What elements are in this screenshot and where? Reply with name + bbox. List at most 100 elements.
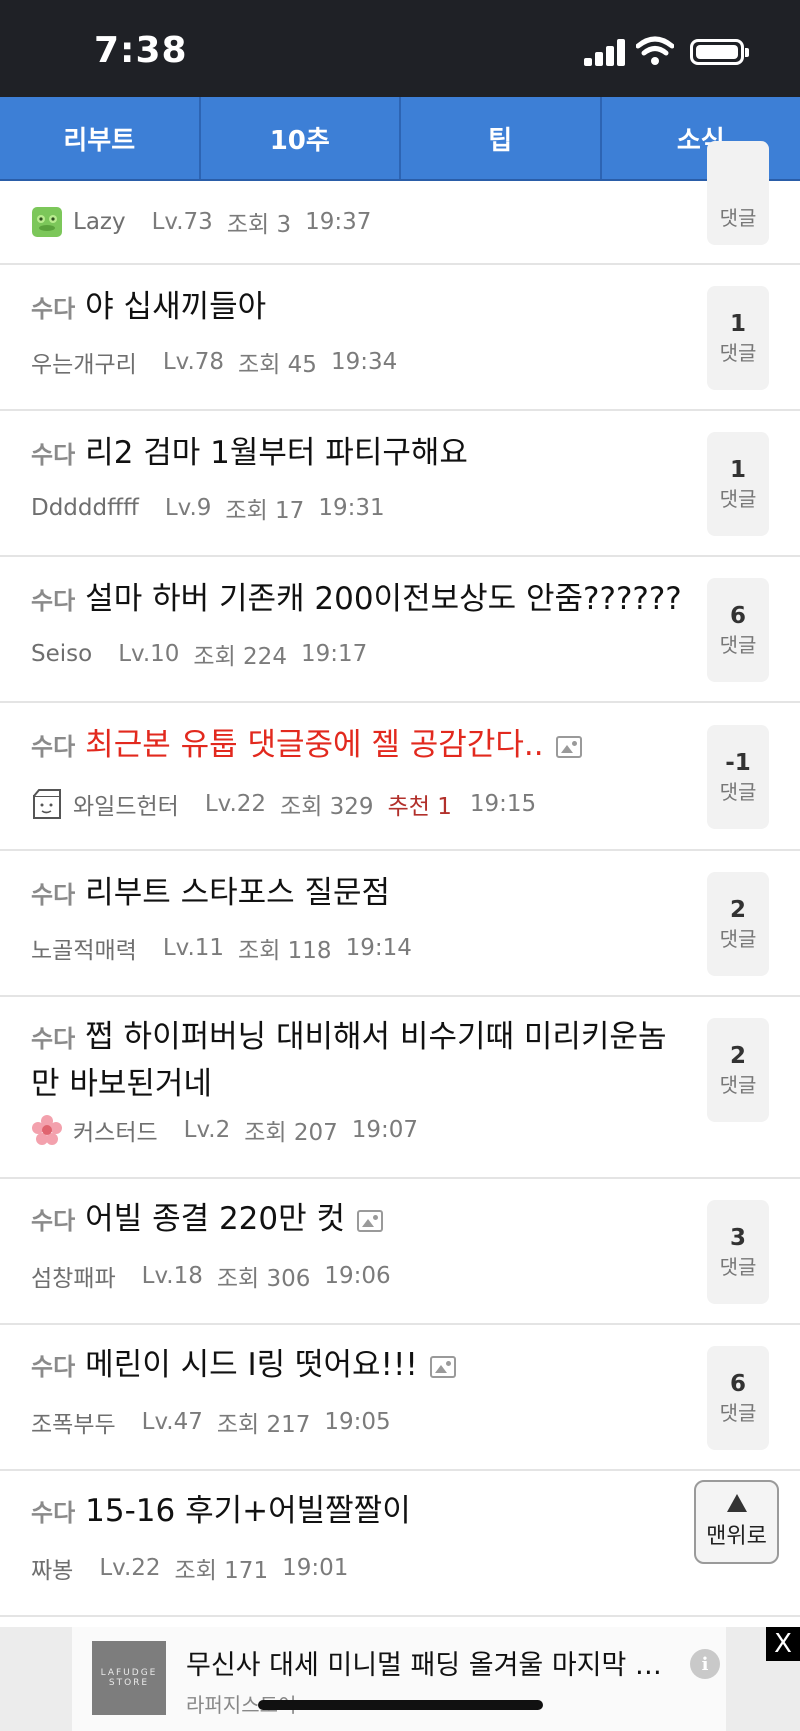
- comment-count-box[interactable]: 6 댓글: [707, 1346, 769, 1450]
- post-title[interactable]: 수다 메린이 시드 I링 떳어요!!!: [31, 1343, 691, 1390]
- list-item[interactable]: 수다 15-16 후기+어빌짤짤이 짜봉 Lv.22 조회 171 19:01: [0, 1471, 800, 1617]
- post-views: 조회 3: [226, 212, 292, 238]
- post-author[interactable]: 와일드헌터: [73, 787, 179, 821]
- scroll-to-top-button[interactable]: 맨위로: [694, 1480, 779, 1564]
- image-icon: [555, 735, 582, 758]
- post-views: 조회 118: [238, 938, 332, 964]
- battery-icon: [690, 39, 749, 65]
- post-author[interactable]: 노골적매력: [31, 931, 137, 965]
- comment-label: 댓글: [719, 487, 757, 511]
- post-author[interactable]: Dddddffff: [31, 495, 139, 521]
- post-category: 수다: [31, 1353, 76, 1381]
- post-views: 조회 224: [193, 644, 287, 670]
- info-icon[interactable]: i: [690, 1649, 720, 1679]
- list-item[interactable]: 수다 어빌 종결 220만 컷 섬창패파 Lv.18 조회 306 19:06 3…: [0, 1179, 800, 1325]
- comment-label: 댓글: [719, 341, 757, 365]
- post-category: 수다: [31, 295, 76, 323]
- post-title-text: 설마 하버 기존캐 200이전보상도 안줌??????: [85, 581, 682, 617]
- tab-tips[interactable]: 팁: [401, 97, 602, 179]
- comment-count-box[interactable]: 6 댓글: [707, 578, 769, 682]
- post-author[interactable]: 커스터드: [73, 1113, 158, 1147]
- comment-count-box[interactable]: 댓글: [707, 141, 769, 245]
- list-item[interactable]: 수다 설마 하버 기존캐 200이전보상도 안줌?????? Seiso Lv.1…: [0, 557, 800, 703]
- post-meta: 노골적매력 Lv.11 조회 118 19:14: [31, 931, 412, 965]
- post-meta: 섬창패파 Lv.18 조회 306 19:06: [31, 1259, 391, 1293]
- list-item[interactable]: Lazy Lv.73 조회 3 19:37 댓글: [0, 141, 800, 265]
- post-views: 조회 329: [280, 794, 374, 820]
- home-indicator: [258, 1700, 543, 1710]
- post-author[interactable]: 섬창패파: [31, 1259, 116, 1293]
- post-views: 조회 45: [238, 352, 317, 378]
- post-title-text: 리2 검마 1월부터 파티구해요: [85, 435, 468, 471]
- post-meta: Seiso Lv.10 조회 224 19:17: [31, 637, 367, 671]
- list-item[interactable]: 수다 쩝 하이퍼버닝 대비해서 비수기때 미리키운놈만 바보된거네 커스터드 Lv…: [0, 997, 800, 1179]
- post-title[interactable]: 수다 야 십새끼들아: [31, 285, 691, 332]
- list-item[interactable]: 수다 리2 검마 1월부터 파티구해요 Dddddffff Lv.9 조회 17 …: [0, 411, 800, 557]
- post-views: 조회 207: [244, 1120, 338, 1146]
- flower-avatar-icon: [32, 1115, 62, 1145]
- signal-icon: [584, 38, 626, 66]
- post-time: 19:05: [324, 1409, 391, 1435]
- comment-count-box[interactable]: 3 댓글: [707, 1200, 769, 1304]
- comment-count-box[interactable]: 2 댓글: [707, 1018, 769, 1122]
- comment-count-box[interactable]: 2 댓글: [707, 872, 769, 976]
- comment-label: 댓글: [719, 633, 757, 657]
- comment-label: 댓글: [719, 1073, 757, 1097]
- list-item[interactable]: 수다 리부트 스타포스 질문점 노골적매력 Lv.11 조회 118 19:14 …: [0, 851, 800, 997]
- wifi-icon: [636, 36, 674, 65]
- comment-count: 6: [729, 603, 746, 629]
- post-time: 19:17: [300, 641, 368, 667]
- post-category: 수다: [31, 1025, 76, 1053]
- post-level: Lv.22: [204, 791, 267, 817]
- post-title-text: 리부트 스타포스 질문점: [85, 875, 391, 911]
- comment-count-box[interactable]: 1 댓글: [707, 286, 769, 390]
- comment-label: 댓글: [719, 927, 757, 951]
- comment-label: 댓글: [719, 206, 757, 230]
- post-author[interactable]: Lazy: [73, 209, 126, 235]
- comment-count: 6: [729, 1371, 746, 1397]
- close-icon[interactable]: X: [766, 1627, 800, 1661]
- post-title[interactable]: 수다 어빌 종결 220만 컷: [31, 1197, 691, 1244]
- comment-count: 2: [729, 897, 746, 923]
- post-author[interactable]: 우는개구리: [31, 345, 137, 379]
- comment-count: -1: [725, 750, 751, 776]
- post-author[interactable]: 조폭부두: [31, 1405, 116, 1439]
- ad-title[interactable]: 무신사 대세 미니멀 패딩 올겨울 마지막 …: [186, 1643, 666, 1682]
- comment-count: 3: [729, 1225, 746, 1251]
- comment-count-box[interactable]: 1 댓글: [707, 432, 769, 536]
- frog-avatar-icon: [32, 207, 62, 237]
- arrow-up-icon: [726, 1494, 747, 1512]
- post-title[interactable]: 수다 최근본 유툽 댓글중에 젤 공감간다..: [31, 723, 691, 770]
- post-level: Lv.9: [164, 495, 212, 521]
- post-title[interactable]: 수다 15-16 후기+어빌짤짤이: [31, 1489, 691, 1536]
- list-item[interactable]: 수다 메린이 시드 I링 떳어요!!! 조폭부두 Lv.47 조회 217 19:…: [0, 1325, 800, 1471]
- post-level: Lv.10: [118, 641, 180, 667]
- comment-count: 1: [729, 457, 746, 483]
- tab-reboot[interactable]: 리부트: [0, 97, 201, 179]
- post-time: 19:34: [330, 349, 398, 375]
- post-meta: 커스터드 Lv.2 조회 207 19:07: [31, 1113, 418, 1147]
- post-views: 조회 17: [225, 498, 305, 524]
- post-meta: 우는개구리 Lv.78 조회 45 19:34: [31, 345, 397, 379]
- post-level: Lv.11: [162, 935, 225, 961]
- post-views: 조회 306: [216, 1266, 311, 1292]
- tab-10-recommend[interactable]: 10추: [201, 97, 401, 179]
- list-item[interactable]: 수다 야 십새끼들아 우는개구리 Lv.78 조회 45 19:34 1 댓글: [0, 265, 800, 411]
- post-author[interactable]: 짜봉: [31, 1551, 73, 1585]
- post-level: Lv.73: [151, 209, 213, 235]
- list-item[interactable]: 수다 최근본 유툽 댓글중에 젤 공감간다.. 와일드헌터 Lv.22 조회 32…: [0, 703, 800, 851]
- comment-count-box[interactable]: -1 댓글: [707, 725, 769, 829]
- post-title[interactable]: 수다 리부트 스타포스 질문점: [31, 871, 691, 918]
- post-category: 수다: [31, 881, 76, 909]
- post-title[interactable]: 수다 설마 하버 기존캐 200이전보상도 안줌??????: [31, 577, 691, 624]
- post-title[interactable]: 수다 쩝 하이퍼버닝 대비해서 비수기때 미리키운놈만 바보된거네: [31, 1015, 691, 1107]
- tab-news[interactable]: 소식: [602, 97, 800, 179]
- post-author[interactable]: Seiso: [31, 641, 92, 667]
- post-time: 19:07: [351, 1117, 419, 1143]
- post-title[interactable]: 수다 리2 검마 1월부터 파티구해요: [31, 431, 691, 478]
- comment-label: 댓글: [719, 1401, 757, 1425]
- post-meta: 와일드헌터 Lv.22 조회 329 추천 1 19:15: [31, 787, 536, 821]
- ad-banner[interactable]: LAFUDGE STORE 무신사 대세 미니멀 패딩 올겨울 마지막 … 라퍼…: [0, 1627, 800, 1731]
- ad-content[interactable]: LAFUDGE STORE 무신사 대세 미니멀 패딩 올겨울 마지막 … 라퍼…: [72, 1627, 726, 1731]
- post-level: Lv.22: [99, 1555, 161, 1581]
